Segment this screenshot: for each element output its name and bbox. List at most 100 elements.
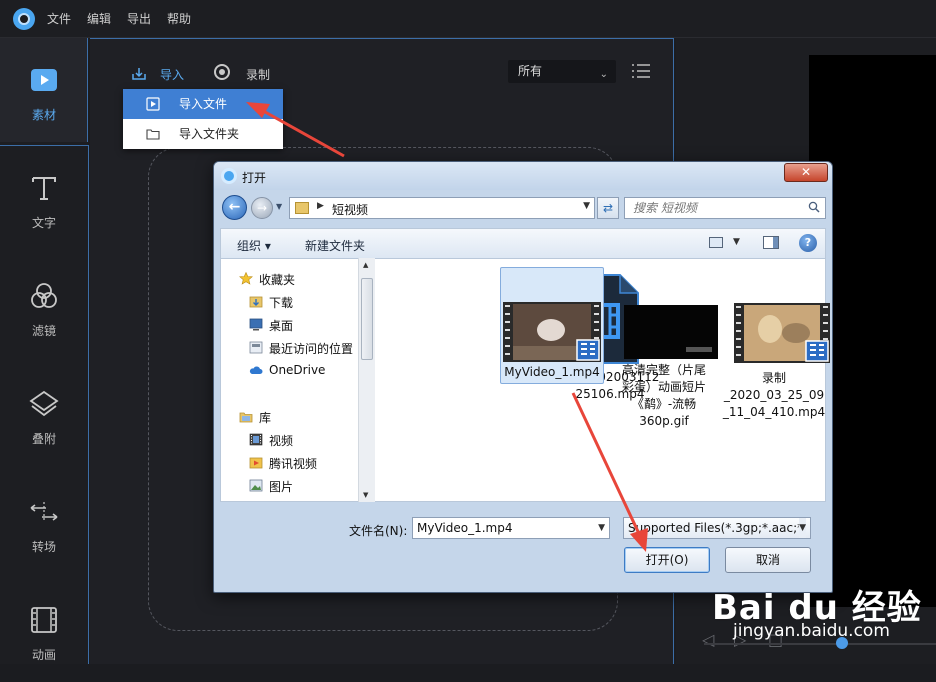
change-view-icon[interactable] bbox=[709, 237, 723, 248]
filename-field[interactable]: MyVideo_1.mp4 ▼ bbox=[412, 517, 610, 539]
filetype-select[interactable]: Supported Files(*.3gp;*.aac;* ▼ bbox=[623, 517, 811, 539]
nav-label: 转场 bbox=[31, 540, 56, 554]
search-box[interactable] bbox=[624, 197, 826, 219]
import-icon[interactable] bbox=[131, 67, 147, 81]
open-file-dialog: 打开 ✕ ← → ▼ ▶ 短视频 ▼ ⇄ 组织 ▾ 新建文件夹 ▼ ? 收藏夹 … bbox=[213, 161, 833, 593]
chevron-down-icon[interactable]: ▼ bbox=[598, 518, 605, 538]
nav-pane-label: 腾讯视频 bbox=[269, 457, 318, 471]
prev-frame-icon[interactable]: ◁ bbox=[702, 630, 714, 649]
forward-arrow-icon: → bbox=[256, 201, 268, 215]
menu-bar: 文件 编辑 导出 帮助 bbox=[0, 0, 936, 38]
cancel-button[interactable]: 取消 bbox=[725, 547, 811, 573]
library-icon bbox=[239, 412, 253, 423]
nav-item-overlay[interactable]: 叠附 bbox=[0, 362, 88, 466]
star-icon bbox=[239, 272, 253, 285]
file-item[interactable]: 录制 _2020_03_25_09 _11_04_410.mp4 bbox=[722, 267, 830, 467]
open-button[interactable]: 打开(O) bbox=[624, 547, 710, 573]
menu-file[interactable]: 文件 bbox=[47, 10, 71, 27]
close-button[interactable]: ✕ bbox=[784, 163, 828, 182]
recent-places-icon bbox=[249, 341, 263, 354]
file-list: lv_0_202003112 25106.mp4 MyVideo_1.mp4 高… bbox=[376, 258, 830, 502]
progress-track[interactable] bbox=[704, 643, 936, 645]
forward-button[interactable]: → bbox=[251, 197, 273, 219]
filter-value: 所有 bbox=[518, 64, 543, 78]
nav-pane-label: 库 bbox=[259, 411, 272, 425]
breadcrumb-folder[interactable]: 短视频 bbox=[332, 201, 368, 218]
gif-thumbnail bbox=[624, 305, 718, 359]
file-item[interactable]: 高清完整（片尾 彩蛋）动画短片 《鹬》-流畅 360p.gif bbox=[612, 267, 718, 467]
menu-item-import-file[interactable]: 导入文件 bbox=[123, 89, 283, 119]
scroll-down-icon[interactable]: ▼ bbox=[363, 491, 368, 499]
desktop-icon bbox=[249, 318, 263, 331]
import-button[interactable]: 导入 bbox=[160, 66, 184, 83]
preview-pane-icon[interactable] bbox=[763, 236, 779, 249]
dialog-titlebar: 打开 ✕ bbox=[214, 162, 832, 190]
chevron-down-icon: ⌄ bbox=[599, 69, 608, 80]
search-input[interactable] bbox=[633, 201, 803, 215]
file-name: 录制 bbox=[761, 371, 786, 385]
dialog-title: 打开 bbox=[242, 171, 267, 185]
back-arrow-icon: ← bbox=[228, 199, 241, 215]
address-bar[interactable]: ▶ 短视频 ▼ bbox=[289, 197, 595, 219]
file-name: 《鹬》-流畅 bbox=[631, 397, 697, 411]
nav-pane-label: OneDrive bbox=[269, 363, 326, 377]
download-folder-icon bbox=[249, 296, 263, 308]
filter-icon bbox=[31, 283, 57, 308]
back-button[interactable]: ← bbox=[222, 195, 247, 220]
file-name: 高清完整（片尾 bbox=[621, 363, 706, 377]
file-name: 360p.gif bbox=[639, 414, 689, 428]
file-name: MyVideo_1.mp4 bbox=[504, 365, 600, 379]
nav-pane-label: 图片 bbox=[269, 480, 294, 494]
breadcrumb-separator-icon[interactable]: ▶ bbox=[317, 201, 324, 211]
organize-button[interactable]: 组织 ▾ bbox=[237, 237, 271, 254]
nav-label: 文字 bbox=[31, 216, 56, 230]
nav-pane-label: 收藏夹 bbox=[259, 273, 296, 287]
scroll-up-icon[interactable]: ▲ bbox=[363, 261, 368, 269]
watermark-url: jingyan.baidu.com bbox=[733, 621, 890, 641]
nav-pane-label: 下载 bbox=[269, 296, 294, 310]
record-icon[interactable] bbox=[214, 64, 230, 80]
folder-icon bbox=[295, 202, 309, 214]
menu-help[interactable]: 帮助 bbox=[167, 10, 191, 27]
nav-label: 素材 bbox=[31, 108, 56, 122]
tencent-video-icon bbox=[249, 457, 263, 469]
cloud-icon bbox=[249, 366, 263, 374]
nav-pane-label: 最近访问的位置 bbox=[269, 342, 354, 356]
nav-divider-vertical bbox=[88, 145, 89, 664]
pictures-icon bbox=[249, 479, 263, 492]
chevron-down-icon[interactable]: ▼ bbox=[799, 518, 806, 538]
new-folder-button[interactable]: 新建文件夹 bbox=[305, 237, 365, 254]
nav-pane-label: 桌面 bbox=[269, 319, 294, 333]
nav-item-media[interactable]: 素材 bbox=[0, 38, 88, 142]
filename-label: 文件名(N): bbox=[349, 524, 408, 538]
video-thumbnail bbox=[503, 302, 601, 362]
refresh-button[interactable]: ⇄ bbox=[597, 197, 619, 219]
history-dropdown-icon[interactable]: ▼ bbox=[276, 202, 282, 211]
chevron-down-icon[interactable]: ▼ bbox=[733, 237, 740, 247]
scrollbar-thumb[interactable] bbox=[361, 278, 373, 360]
list-view-icon[interactable] bbox=[632, 64, 650, 78]
file-name: 彩蛋）动画短片 bbox=[621, 380, 706, 394]
menu-export[interactable]: 导出 bbox=[127, 10, 151, 27]
nav-item-filter[interactable]: 滤镜 bbox=[0, 254, 88, 358]
menu-item-label: 导入文件 bbox=[179, 97, 228, 111]
nav-item-animation[interactable]: 动画 bbox=[0, 578, 88, 682]
chevron-down-icon[interactable]: ▼ bbox=[583, 201, 590, 211]
filename-value: MyVideo_1.mp4 bbox=[417, 521, 513, 535]
menu-item-label: 导入文件夹 bbox=[179, 127, 240, 141]
nav-pane-label: 视频 bbox=[269, 434, 294, 448]
menu-item-import-folder[interactable]: 导入文件夹 bbox=[123, 119, 283, 149]
file-item-selected[interactable]: MyVideo_1.mp4 bbox=[500, 267, 604, 384]
menu-edit[interactable]: 编辑 bbox=[87, 10, 111, 27]
record-button[interactable]: 录制 bbox=[246, 66, 270, 83]
nav-item-transition[interactable]: 转场 bbox=[0, 470, 88, 574]
transition-icon bbox=[30, 502, 58, 522]
nav-item-text[interactable]: 文字 bbox=[0, 146, 88, 250]
media-icon bbox=[31, 69, 57, 91]
navigation-scrollbar[interactable]: ▲ ▼ bbox=[358, 258, 375, 502]
navigation-pane: 收藏夹 下载 桌面 最近访问的位置 OneDrive 库 视频 腾讯视频 图片 bbox=[220, 258, 376, 502]
help-icon[interactable]: ? bbox=[799, 234, 817, 252]
video-library-icon bbox=[249, 433, 263, 446]
close-icon: ✕ bbox=[800, 165, 812, 179]
filter-dropdown[interactable]: 所有 ⌄ bbox=[508, 60, 616, 83]
